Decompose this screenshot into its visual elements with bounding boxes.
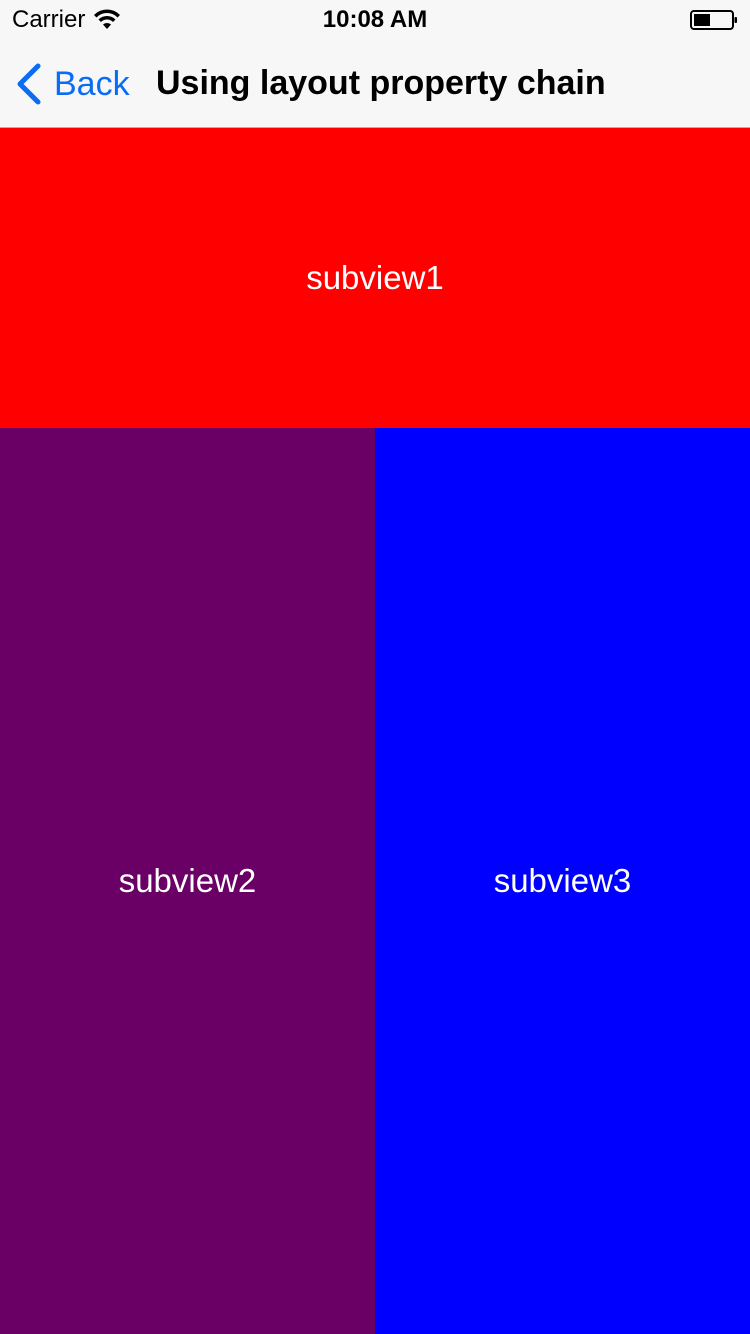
navigation-bar: Back Using layout property chain xyxy=(0,40,750,128)
chevron-left-icon xyxy=(17,63,41,105)
screen: Carrier 10:08 AM Back Using layout prope… xyxy=(0,0,750,1334)
subview-3: subview3 xyxy=(375,428,750,1334)
back-button-label: Back xyxy=(54,64,130,103)
status-bar: Carrier 10:08 AM xyxy=(0,0,750,40)
subview-3-label: subview3 xyxy=(493,862,632,899)
subview-1-label: subview1 xyxy=(306,259,444,296)
status-time: 10:08 AM xyxy=(322,6,428,33)
subview-2-label: subview2 xyxy=(118,862,257,899)
page-title: Using layout property chain xyxy=(156,64,606,102)
battery-icon xyxy=(690,10,737,30)
subview-1: subview1 xyxy=(0,128,750,428)
back-button[interactable]: Back xyxy=(14,62,130,106)
subview-2: subview2 xyxy=(0,428,375,1334)
top-chrome: Carrier 10:08 AM Back Using layout prope… xyxy=(0,0,750,128)
